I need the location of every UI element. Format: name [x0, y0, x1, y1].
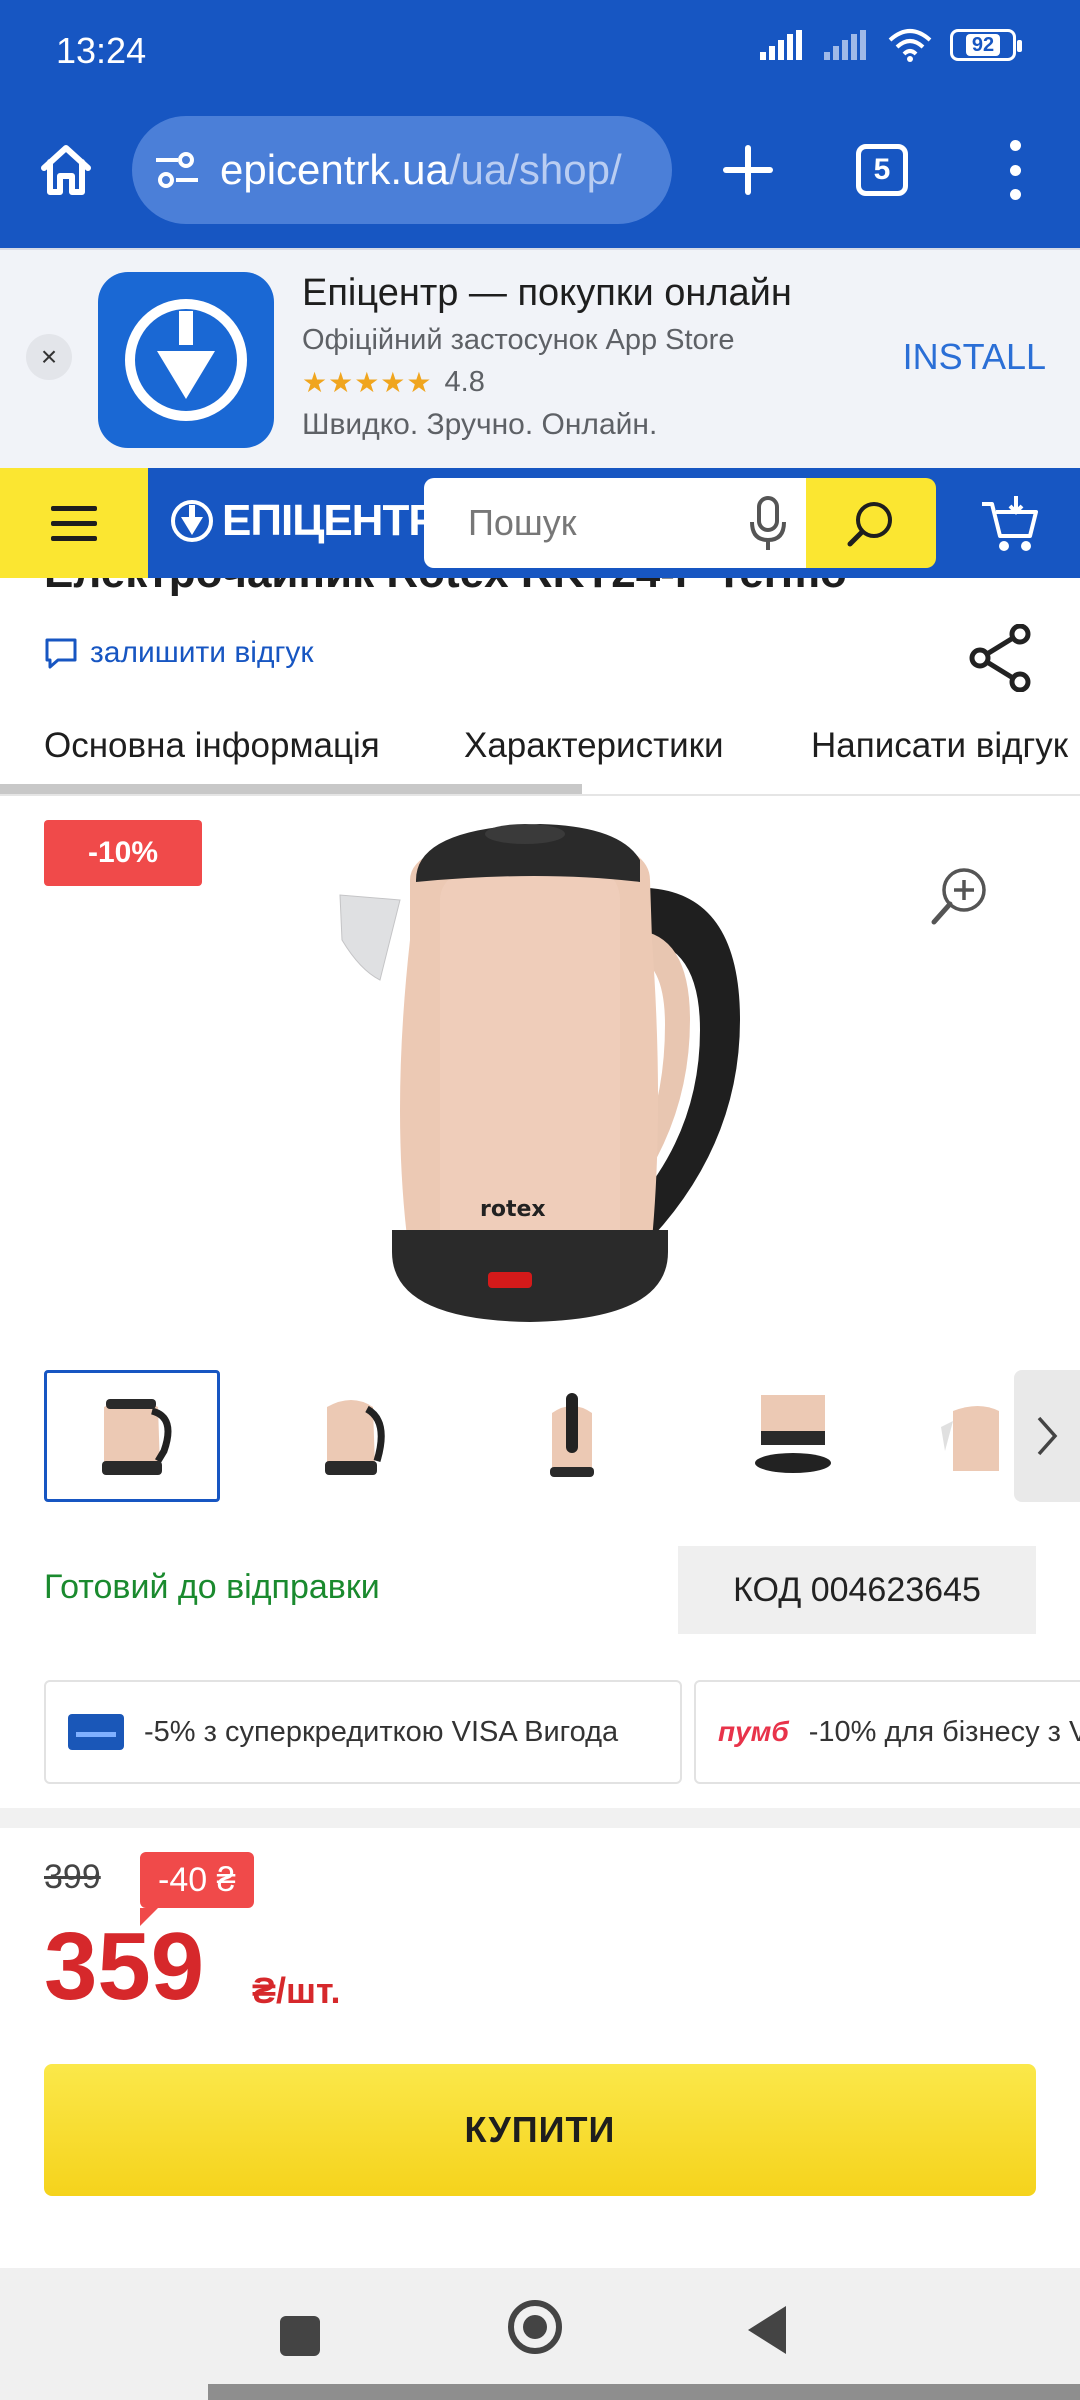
search-button[interactable] [806, 478, 936, 568]
address-bar[interactable]: epicentrk.ua/ua/shop/ [132, 116, 672, 224]
cart-icon[interactable] [980, 492, 1040, 554]
browser-chrome: 13:24 92 epicentrk.ua/ua/shop/ 5 [0, 0, 1080, 248]
logo-text: ЕПІЦЕНТР [222, 496, 438, 545]
leave-review-label: залишити відгук [90, 636, 314, 669]
hamburger-menu-icon[interactable] [0, 468, 148, 578]
battery-icon: 92 [950, 29, 1022, 61]
app-rating: ★★★★★ 4.8 [302, 366, 485, 399]
thumbnail-strip [0, 1370, 1080, 1504]
brand-label: rotex [480, 1197, 546, 1222]
status-time: 13:24 [56, 30, 147, 71]
buy-button[interactable]: КУПИТИ [44, 2064, 1036, 2196]
rating-stars-icon: ★★★★★ [302, 367, 433, 398]
section-divider [0, 1808, 1080, 1828]
screen: 13:24 92 epicentrk.ua/ua/shop/ 5 × Епіце… [0, 0, 1080, 2400]
discount-badge: -10% [44, 820, 202, 886]
promo-text: -5% з суперкредиткою VISA Вигода [144, 1715, 619, 1748]
overflow-menu-icon[interactable] [1000, 140, 1030, 200]
tab-write-review[interactable]: Написати відгук [811, 726, 1068, 766]
search-field[interactable] [424, 478, 808, 568]
product-gallery[interactable]: -10% rotex [0, 800, 1080, 1340]
home-icon[interactable] [36, 140, 96, 200]
url-text[interactable]: epicentrk.ua/ua/shop/ [220, 146, 622, 194]
scrollbar[interactable] [208, 2384, 1080, 2400]
thumbnail[interactable] [44, 1370, 220, 1502]
microphone-icon[interactable] [748, 496, 788, 552]
price-unit: ₴/шт. [252, 1970, 341, 2011]
install-button[interactable]: INSTALL [903, 336, 1046, 378]
rating-value: 4.8 [444, 366, 485, 398]
saving-badge: -40 ₴ [140, 1852, 254, 1926]
recents-icon[interactable] [280, 2316, 320, 2356]
status-icons: 92 [760, 28, 1022, 62]
url-path: /ua/shop/ [448, 146, 622, 193]
thumbnail[interactable] [704, 1370, 880, 1502]
new-tab-plus-icon[interactable] [718, 140, 778, 200]
app-tagline: Швидко. Зручно. Онлайн. [302, 408, 658, 441]
tab-switcher-icon[interactable]: 5 [856, 144, 908, 196]
thumbnails-next-button[interactable] [1014, 1370, 1080, 1502]
thumbnail[interactable] [484, 1370, 660, 1502]
site-header: ЕПІЦЕНТР [0, 468, 1080, 578]
tab-characteristics[interactable]: Характеристики [464, 726, 724, 766]
promo-card-visa[interactable]: -5% з суперкредиткою VISA Вигода [44, 1680, 682, 1784]
url-host: epicentrk.ua [220, 146, 449, 193]
system-nav-bar [0, 2268, 1080, 2400]
signal-icon-2 [824, 30, 866, 60]
home-nav-icon[interactable] [508, 2300, 562, 2354]
search-input[interactable] [468, 502, 708, 544]
availability-status: Готовий до відправки [44, 1568, 380, 1606]
leave-review-link[interactable]: залишити відгук [44, 636, 314, 670]
app-subtitle: Офіційний застосунок App Store [302, 324, 735, 356]
site-logo[interactable]: ЕПІЦЕНТР [170, 496, 438, 546]
battery-level: 92 [965, 34, 1001, 56]
current-price: 359 [44, 1913, 205, 2020]
promo-text: -10% для бізнесу з Visa [808, 1715, 1080, 1748]
product-code: КОД 004623645 [678, 1546, 1036, 1634]
wifi-icon [888, 29, 932, 62]
app-logo-icon [98, 272, 274, 448]
promo-card-pumb[interactable]: пумб -10% для бізнесу з Visa [694, 1680, 1080, 1784]
thumbnail[interactable] [924, 1370, 1014, 1502]
visa-card-icon [68, 1714, 124, 1750]
zoom-in-icon[interactable] [930, 866, 990, 926]
logo-icon [171, 500, 213, 542]
promo-strip: -5% з суперкредиткою VISA Вигода пумб -1… [0, 1680, 1080, 1784]
app-name: Епіцентр — покупки онлайн [302, 272, 792, 314]
pumb-logo: пумб [718, 1716, 789, 1747]
tab-main-info[interactable]: Основна інформація [44, 726, 380, 766]
back-icon[interactable] [748, 2306, 786, 2354]
kettle-image[interactable]: rotex [320, 820, 760, 1330]
share-icon[interactable] [968, 624, 1032, 692]
search-icon [847, 502, 892, 547]
chevron-right-icon [1037, 1416, 1058, 1456]
thumbnail[interactable] [264, 1370, 440, 1502]
site-settings-icon[interactable] [154, 150, 200, 190]
old-price: 399 [44, 1858, 101, 1896]
comment-icon [45, 638, 77, 669]
close-icon[interactable]: × [26, 334, 72, 380]
app-install-banner: × Епіцентр — покупки онлайн Офіційний за… [0, 248, 1080, 468]
signal-icon [760, 30, 802, 60]
tab-indicator [0, 784, 582, 794]
